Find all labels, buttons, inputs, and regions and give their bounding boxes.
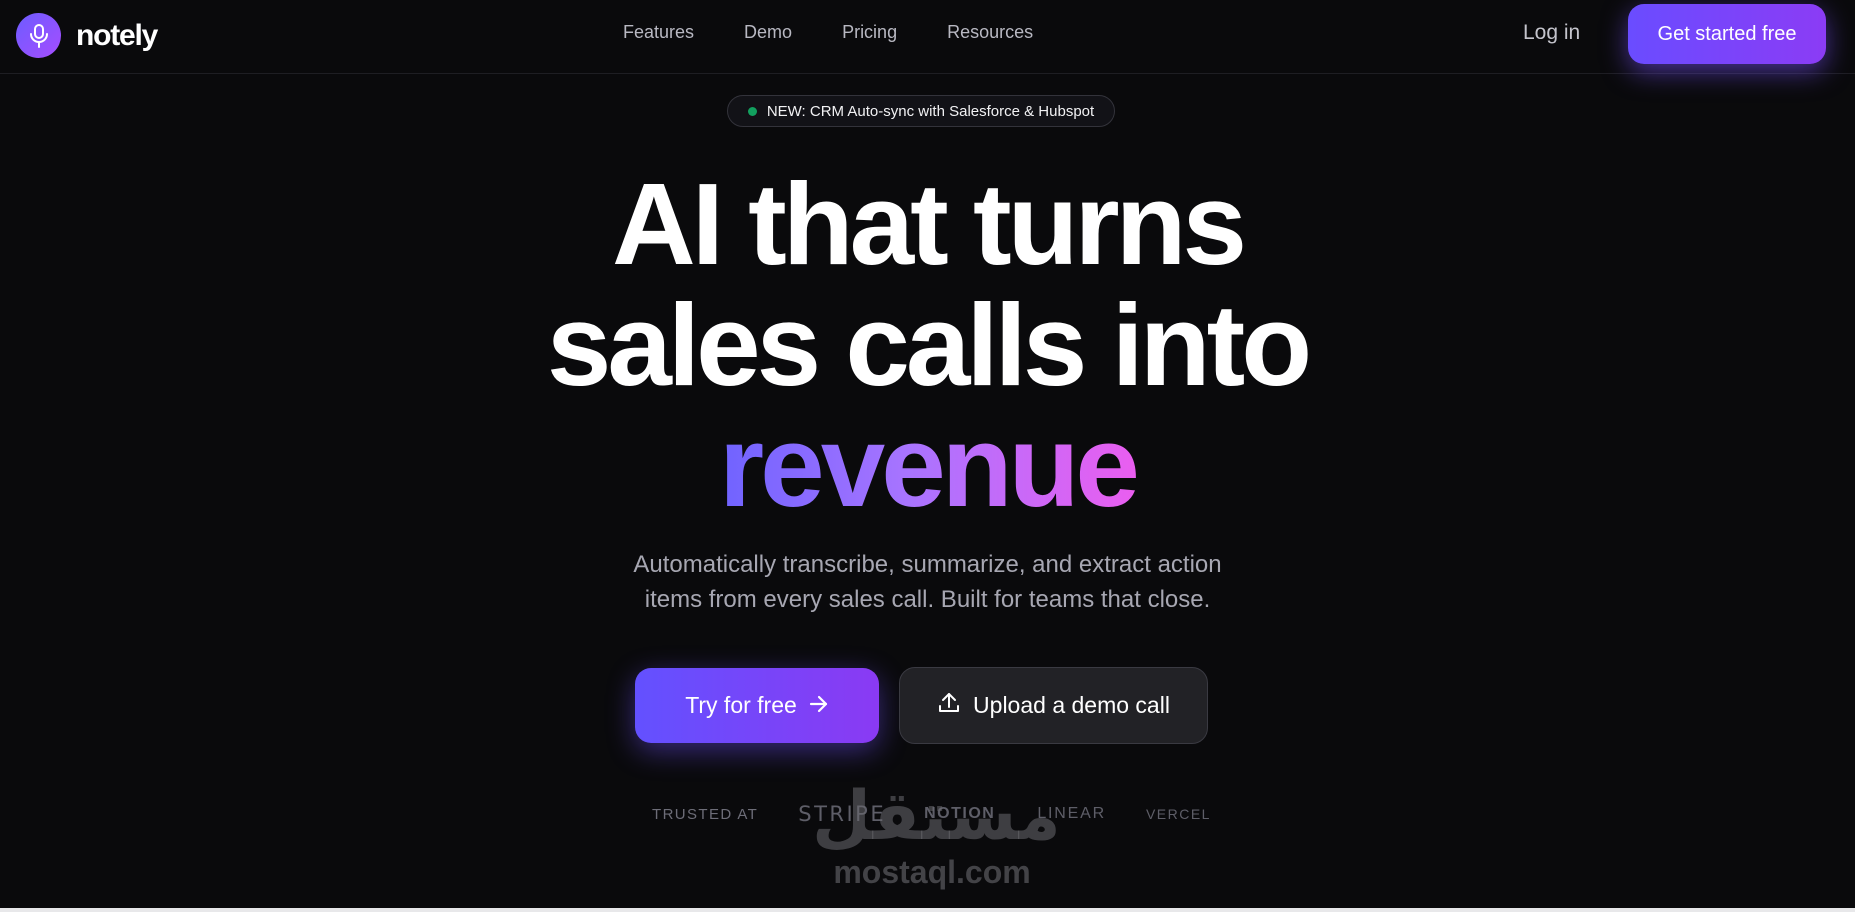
get-started-button[interactable]: Get started free bbox=[1628, 4, 1826, 64]
announcement-text: NEW: CRM Auto-sync with Salesforce & Hub… bbox=[766, 102, 1095, 120]
trusted-label: TRUSTED AT bbox=[652, 805, 759, 823]
hero-subtitle: Automatically transcribe, summarize, and… bbox=[600, 547, 1255, 617]
nav-link-pricing[interactable]: Pricing bbox=[842, 22, 897, 43]
hero-subtitle-line-2: items from every sales call. Built for t… bbox=[644, 586, 1211, 613]
login-link[interactable]: Log in bbox=[1523, 21, 1580, 45]
brand-name: notely bbox=[76, 18, 158, 52]
brand-logo[interactable]: notely bbox=[16, 13, 158, 58]
nav-link-demo[interactable]: Demo bbox=[744, 22, 792, 43]
brand-logo-notion: NOTION bbox=[924, 805, 996, 822]
hero-headline-line-1: AI that turns bbox=[611, 159, 1247, 289]
nav-link-features[interactable]: Features bbox=[623, 22, 694, 43]
brand-logo-vercel: VERCEL bbox=[1145, 806, 1211, 822]
watermark-latin-text: mostaql.com bbox=[833, 854, 1031, 890]
watermark: مستقل mostaql.com bbox=[812, 782, 1061, 892]
nav-link-resources[interactable]: Resources bbox=[947, 22, 1033, 43]
announcement-badge[interactable]: NEW: CRM Auto-sync with Salesforce & Hub… bbox=[727, 95, 1115, 127]
hero-accent-word: revenue bbox=[719, 401, 1140, 531]
bottom-edge-divider bbox=[0, 908, 1855, 912]
brand-logo-linear: LINEAR bbox=[1037, 805, 1106, 822]
landing-page: notely Features Demo Pricing Resources L… bbox=[0, 0, 1855, 912]
try-for-free-label: Try for free bbox=[685, 692, 797, 718]
upload-demo-call-button[interactable]: Upload a demo call bbox=[899, 667, 1208, 744]
arrow-right-icon bbox=[809, 692, 829, 719]
hero-subtitle-line-1: Automatically transcribe, summarize, and… bbox=[633, 551, 1222, 578]
try-for-free-button[interactable]: Try for free bbox=[635, 668, 879, 743]
upload-icon bbox=[937, 691, 961, 721]
hero-headline: AI that turns sales calls into revenue bbox=[0, 164, 1855, 527]
brand-logo-stripe: STRIPE bbox=[798, 802, 887, 826]
trusted-logos-row: TRUSTED AT STRIPE NOTION LINEAR VERCEL bbox=[652, 802, 1211, 826]
hero-headline-line-2: sales calls into bbox=[546, 280, 1312, 410]
upload-demo-call-label: Upload a demo call bbox=[973, 692, 1170, 718]
top-navigation-bar: notely Features Demo Pricing Resources L… bbox=[0, 0, 1855, 74]
microphone-icon bbox=[16, 13, 61, 58]
hero-headline-line-3: revenue bbox=[0, 406, 1855, 527]
main-nav: Features Demo Pricing Resources bbox=[623, 22, 1033, 43]
status-dot-icon bbox=[747, 106, 757, 116]
